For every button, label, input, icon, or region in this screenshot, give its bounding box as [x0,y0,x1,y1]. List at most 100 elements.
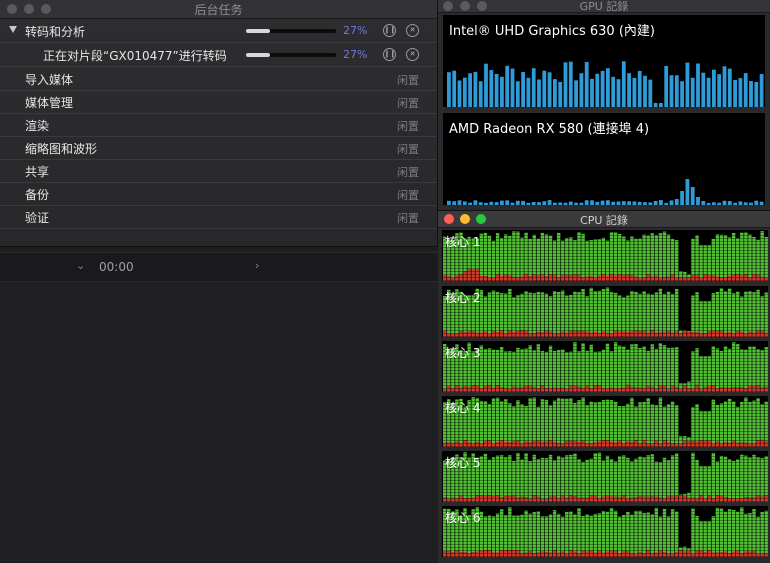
graph-grid-line [442,523,768,524]
cpu-user-bar [670,509,675,554]
graph-grid-line [442,486,768,487]
gpu-bar [579,202,584,205]
window-titlebar[interactable]: 后台任务 [0,0,437,19]
cpu-user-bar [658,288,663,333]
graph-grid-line [442,327,768,328]
gpu-bar [643,202,647,205]
graph-grid-line [442,294,768,295]
gpu-bar [452,201,457,205]
cpu-user-bar [601,289,606,332]
cpu-user-bar [622,236,626,275]
cpu-user-bar [740,296,744,332]
gpu-bar [468,73,472,107]
gpu-name: Intel® UHD Graphics 630 (內建) [449,24,655,39]
cpu-history-graph [442,287,768,337]
cpu-user-bar [605,240,610,276]
cpu-user-bar [691,295,695,333]
cpu-user-bar [618,406,622,441]
gpu-bar [733,202,737,205]
gpu-bar [616,201,621,205]
gpu-bar [743,73,748,107]
pause-icon[interactable]: ❙❙ [383,48,396,61]
progress-bar [246,53,336,57]
category-row[interactable]: 共享 闲置 [0,159,437,183]
category-row[interactable]: 备份 闲置 [0,182,437,206]
chevron-right-icon[interactable]: › [255,259,259,272]
gpu-bar [722,66,727,107]
graph-grid-line [442,271,768,272]
cancel-icon[interactable]: ✕ [406,24,419,37]
graph-grid-line [442,361,768,362]
task-label: 转码和分析 [25,25,86,39]
category-row[interactable]: 缩略图和波形 闲置 [0,136,437,160]
gpu-bar [563,202,568,205]
task-row-subtask[interactable]: 正在对片段“GX010477”进行转码 27% ❙❙ ✕ [0,43,437,67]
cpu-core-panel: 核心 4 [442,396,768,447]
gpu-bar [659,103,663,107]
cpu-user-bar [540,516,545,552]
gpu-bar [632,201,637,205]
graph-grid-line [442,404,768,405]
cpu-user-bar [593,239,597,278]
gpu-bar [558,202,563,205]
gpu-bar [621,61,626,107]
core-label: 核心 2 [445,291,481,305]
graph-grid-line [442,259,768,260]
cpu-user-bar [544,516,549,553]
graph-grid-line [442,425,768,426]
cpu-user-bar [727,348,732,388]
graph-grid-line [442,413,768,414]
cpu-history-graph [442,231,768,281]
category-row[interactable]: 导入媒体 闲置 [0,67,437,91]
gpu-bar [749,202,753,205]
category-row[interactable]: 渲染 闲置 [0,113,437,137]
gpu-bar [632,77,637,107]
gpu-bar [590,78,594,107]
disclosure-triangle-icon[interactable] [9,26,17,33]
cpu-user-bar [666,404,671,443]
cpu-user-bar [731,509,736,552]
graph-grid-line [442,373,768,374]
gpu-bar [478,202,483,205]
gpu-bar [595,201,600,205]
graph-grid-line [442,474,768,475]
graph-grid-line [442,376,768,377]
chevron-down-icon[interactable]: ⌄ [76,259,85,272]
gpu-bar [526,77,531,107]
cpu-user-bar [764,347,768,387]
cpu-user-bar [715,234,720,277]
cpu-user-bar [626,295,630,333]
category-row[interactable]: 验证 闲置 [0,205,437,229]
cpu-user-bar [536,344,541,389]
window-titlebar[interactable]: CPU 記錄 [438,211,770,228]
cpu-user-bar [512,351,516,387]
gpu-bar [637,201,642,205]
gpu-bar [701,72,706,107]
gpu-panel-intel: Intel® UHD Graphics 630 (內建) [443,15,765,107]
gpu-bar [674,75,679,107]
cancel-icon[interactable]: ✕ [406,48,419,61]
gpu-bar [685,179,690,205]
graph-grid-line [442,495,768,496]
cpu-user-bar [719,350,724,388]
cpu-user-bar [540,399,545,442]
cpu-user-bar [744,455,748,498]
graph-grid-line [442,256,768,257]
gpu-bar [674,199,679,205]
cpu-user-bar [613,461,618,497]
gpu-bar [590,200,594,205]
cpu-user-bar [646,293,650,333]
cpu-user-bar [561,290,565,332]
graph-grid-line [442,553,768,554]
gpu-bar [468,202,472,205]
window-titlebar[interactable]: GPU 記錄 [438,0,770,13]
graph-grid-line [442,514,768,515]
pause-icon[interactable]: ❙❙ [383,24,396,37]
category-row[interactable]: 媒体管理 闲置 [0,90,437,114]
cpu-user-bar [650,344,654,387]
graph-grid-line [442,336,768,337]
graph-grid-line [442,422,768,423]
task-row-transcoding[interactable]: 转码和分析 27% ❙❙ ✕ [0,19,437,43]
gpu-bar [563,62,568,107]
graph-grid-line [442,291,768,292]
